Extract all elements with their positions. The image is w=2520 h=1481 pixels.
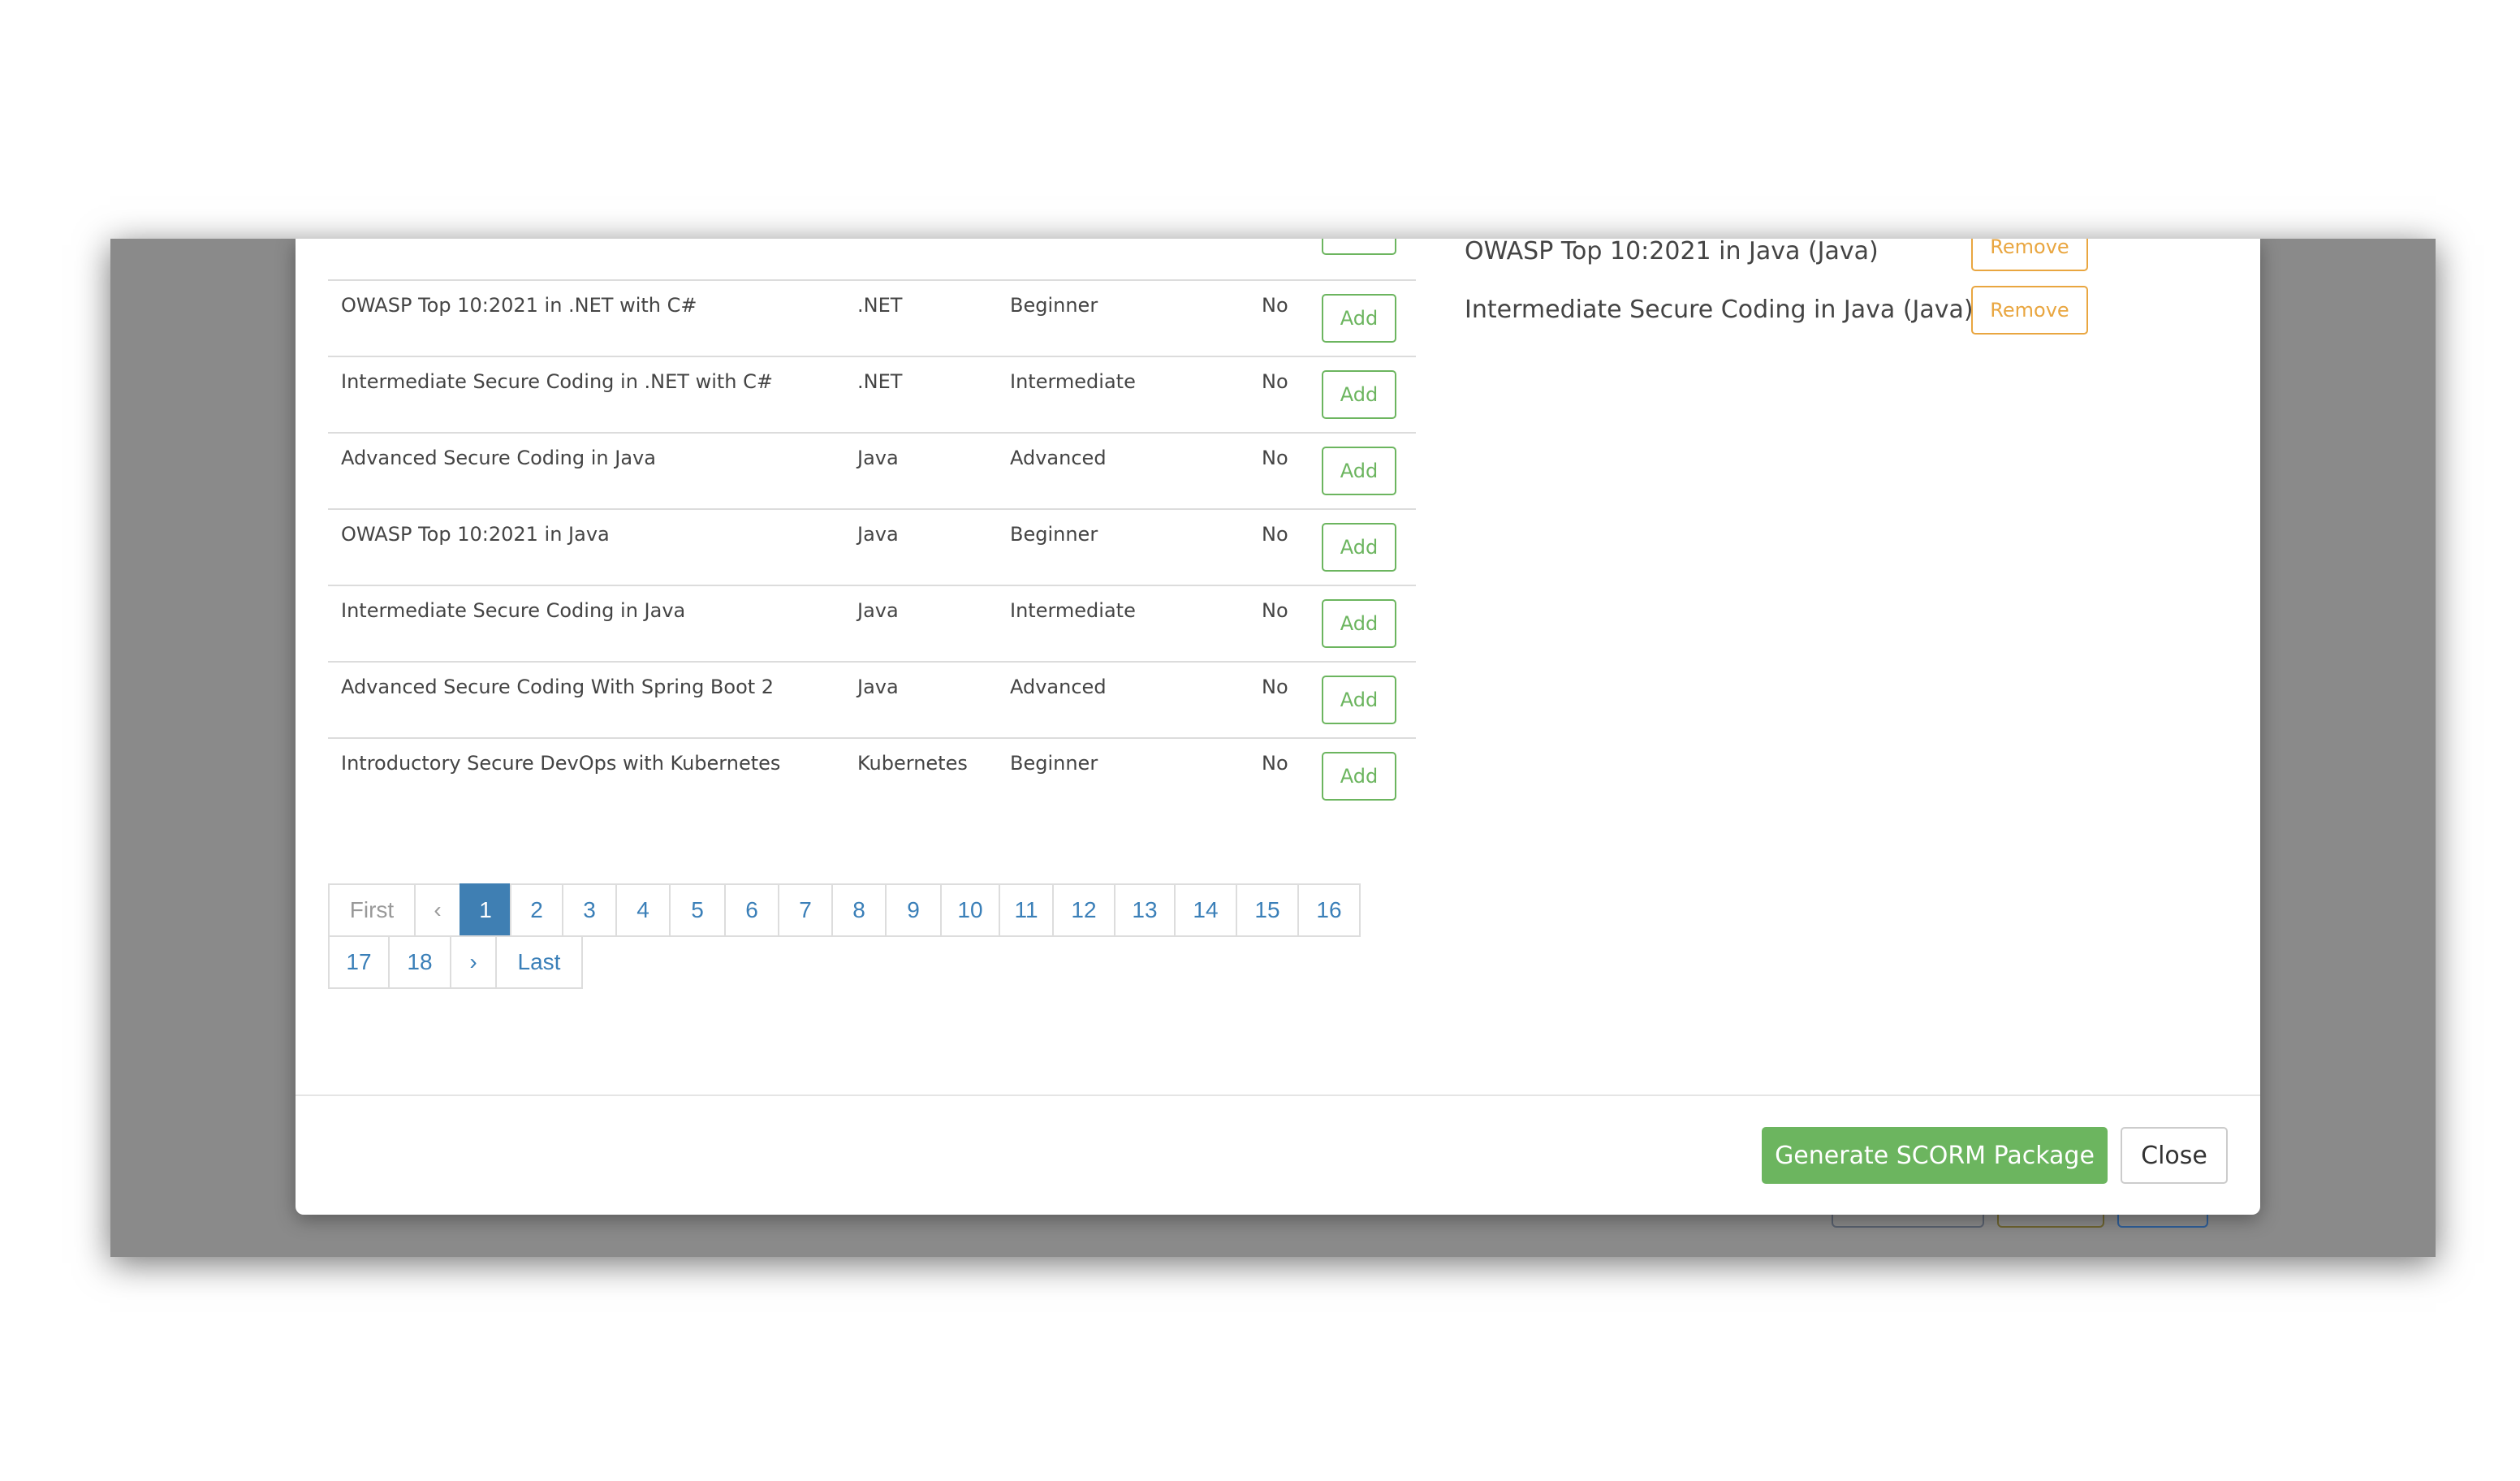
close-button[interactable]: Close [2121, 1127, 2228, 1184]
course-flag: No [1262, 599, 1288, 622]
course-level: Intermediate [1010, 370, 1136, 393]
app-window: Add OWASP Top 10:2021 in .NET with C# .N… [110, 239, 2436, 1257]
course-flag: No [1262, 752, 1288, 775]
table-row: Advanced Secure Coding With Spring Boot … [328, 661, 1416, 739]
pagination-page[interactable]: 9 [885, 883, 942, 937]
pagination-page[interactable]: 14 [1174, 883, 1237, 937]
course-title: Advanced Secure Coding in Java [341, 447, 656, 469]
course-language: .NET [857, 370, 903, 393]
generate-scorm-button[interactable]: Generate SCORM Package [1762, 1127, 2108, 1184]
course-title: Intermediate Secure Coding in Java [341, 599, 686, 622]
add-button[interactable]: Add [1322, 752, 1396, 801]
course-language: Java [857, 676, 899, 698]
course-level: Advanced [1010, 447, 1107, 469]
pagination-page[interactable]: 6 [724, 883, 779, 937]
pagination-page[interactable]: 5 [669, 883, 726, 937]
add-button[interactable]: Add [1322, 239, 1396, 255]
pagination-page[interactable]: 13 [1114, 883, 1176, 937]
course-language: Java [857, 599, 899, 622]
course-level: Intermediate [1010, 599, 1136, 622]
course-language: Java [857, 523, 899, 546]
pagination-page[interactable]: 17 [328, 935, 390, 989]
pagination-prev[interactable]: ‹ [414, 883, 461, 937]
course-flag: No [1262, 447, 1288, 469]
add-button[interactable]: Add [1322, 676, 1396, 724]
table-row: OWASP Top 10:2021 in .NET with C# .NET B… [328, 279, 1416, 357]
add-button[interactable]: Add [1322, 599, 1396, 648]
table-row: Advanced Secure Coding in Java Java Adva… [328, 432, 1416, 510]
course-language: .NET [857, 294, 903, 317]
table-row: Introductory Secure DevOps with Kubernet… [328, 737, 1416, 815]
pagination-page[interactable]: 11 [999, 883, 1054, 937]
table-row-partial: Add [328, 239, 1416, 283]
course-level: Beginner [1010, 294, 1098, 317]
table-row: Intermediate Secure Coding in .NET with … [328, 356, 1416, 434]
remove-button[interactable]: Remove [1971, 239, 2088, 271]
add-button[interactable]: Add [1322, 294, 1396, 343]
selected-course-label: Intermediate Secure Coding in Java (Java… [1465, 296, 1974, 324]
course-language: Kubernetes [857, 752, 968, 775]
table-row: Intermediate Secure Coding in Java Java … [328, 585, 1416, 663]
pagination-page[interactable]: 18 [388, 935, 451, 989]
pagination-page[interactable]: 8 [831, 883, 887, 937]
pagination-next[interactable]: › [450, 935, 497, 989]
pagination-page[interactable]: 10 [940, 883, 1000, 937]
table-row: OWASP Top 10:2021 in Java Java Beginner … [328, 508, 1416, 586]
course-flag: No [1262, 370, 1288, 393]
pagination-page[interactable]: 4 [615, 883, 671, 937]
pagination-page[interactable]: 15 [1236, 883, 1299, 937]
pagination-page[interactable]: 16 [1297, 883, 1361, 937]
course-language: Java [857, 447, 899, 469]
course-level: Advanced [1010, 676, 1107, 698]
course-title: OWASP Top 10:2021 in .NET with C# [341, 294, 697, 317]
course-title: Intermediate Secure Coding in .NET with … [341, 370, 773, 393]
add-button[interactable]: Add [1322, 523, 1396, 572]
remove-button[interactable]: Remove [1971, 286, 2088, 335]
course-flag: No [1262, 294, 1288, 317]
pagination-page[interactable]: 2 [510, 883, 563, 937]
selected-course-label: OWASP Top 10:2021 in Java (Java) [1465, 239, 1879, 266]
course-flag: No [1262, 523, 1288, 546]
pagination-last[interactable]: Last [495, 935, 583, 989]
course-title: Introductory Secure DevOps with Kubernet… [341, 752, 781, 775]
course-title: Advanced Secure Coding With Spring Boot … [341, 676, 775, 698]
add-button[interactable]: Add [1322, 370, 1396, 419]
course-level: Beginner [1010, 752, 1098, 775]
pagination-first[interactable]: First [328, 883, 416, 937]
course-level: Beginner [1010, 523, 1098, 546]
pagination-page[interactable]: 1 [460, 883, 511, 937]
pagination-page[interactable]: 3 [562, 883, 617, 937]
course-flag: No [1262, 676, 1288, 698]
course-title: OWASP Top 10:2021 in Java [341, 523, 610, 546]
scorm-modal: Add OWASP Top 10:2021 in .NET with C# .N… [296, 239, 2260, 1215]
pagination-page[interactable]: 7 [778, 883, 833, 937]
add-button[interactable]: Add [1322, 447, 1396, 495]
pagination-page[interactable]: 12 [1052, 883, 1115, 937]
modal-footer: Generate SCORM Package Close [296, 1095, 2260, 1215]
